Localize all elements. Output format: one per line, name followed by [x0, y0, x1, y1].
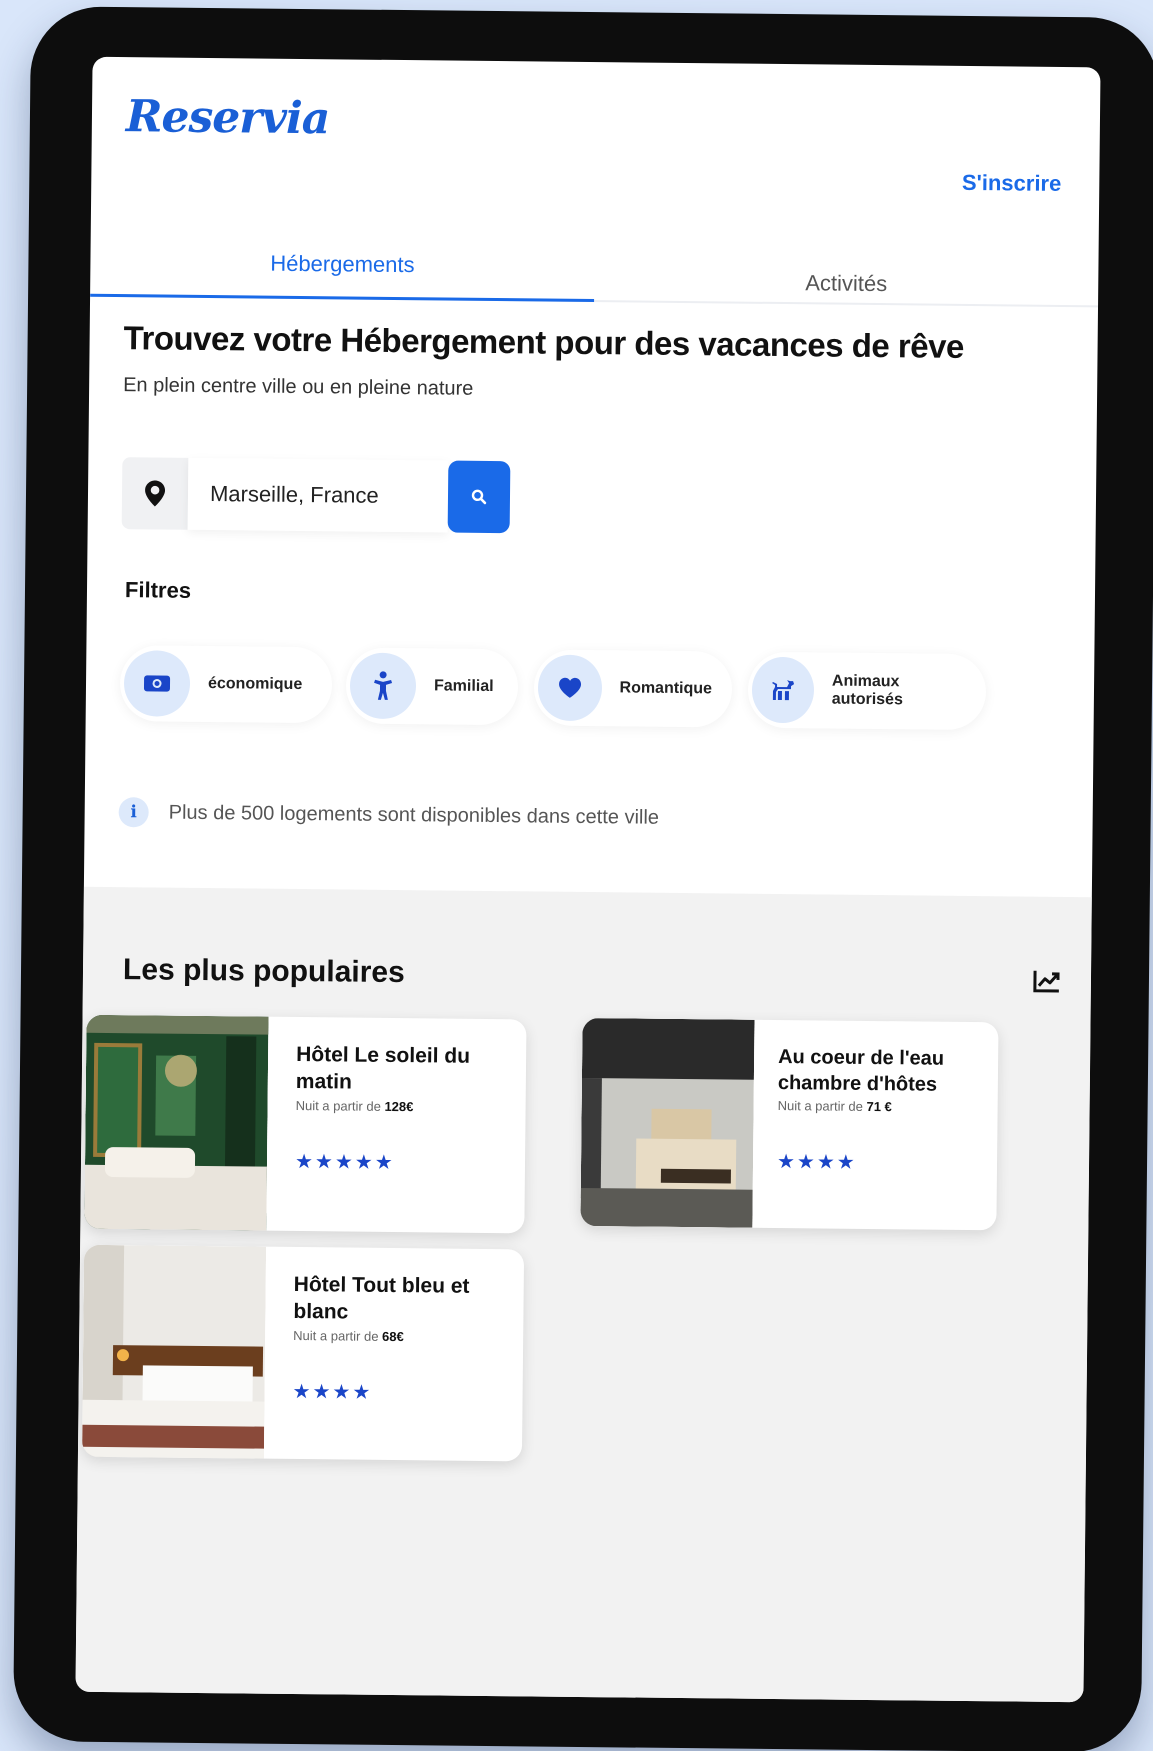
filter-chip-animaux[interactable]: Animaux autorisés — [747, 651, 987, 731]
hotel-photo — [84, 1014, 269, 1231]
tab-hebergements[interactable]: Hébergements — [90, 227, 595, 302]
hotel-photo — [580, 1017, 755, 1228]
filter-label: économique — [207, 675, 303, 694]
hotel-name: Au coeur de l'eau chambre d'hôtes — [777, 1046, 945, 1096]
star-icon: ★ — [352, 1381, 371, 1404]
star-icon: ★ — [776, 1151, 796, 1174]
filter-label: Romantique — [619, 679, 713, 698]
signup-link[interactable]: S'inscrire — [962, 170, 1062, 197]
hotel-name: Hôtel Le soleil du matin — [295, 1042, 471, 1094]
price-value: 68€ — [382, 1328, 404, 1344]
trend-chart-icon[interactable] — [1033, 969, 1061, 993]
card-body: Hôtel Tout bleu et blanc Nuit a partir d… — [292, 1271, 509, 1406]
search-input[interactable]: Marseille, France — [187, 457, 449, 533]
star-icon: ★ — [334, 1150, 353, 1174]
heart-icon — [537, 654, 602, 722]
filter-chip-economique[interactable]: économique — [119, 645, 333, 724]
search-icon — [471, 489, 487, 505]
filter-label: Familial — [433, 677, 494, 696]
tab-bar: Hébergements Activités — [90, 226, 1099, 308]
hotel-price: Nuit a partir de 128€ — [296, 1098, 512, 1115]
hotel-price: Nuit a partir de 71 € — [778, 1098, 984, 1115]
price-value: 71 € — [866, 1098, 892, 1115]
hotel-price: Nuit a partir de 68€ — [293, 1328, 509, 1345]
hotel-name: Hôtel Tout bleu et blanc — [293, 1272, 470, 1324]
hotel-card[interactable]: Hôtel Le soleil du matin Nuit a partir d… — [84, 1014, 527, 1234]
hotel-card[interactable]: Hôtel Tout bleu et blanc Nuit a partir d… — [81, 1244, 525, 1462]
price-prefix: Nuit a partir de — [293, 1327, 383, 1344]
star-rating: ★ ★ ★ ★ — [292, 1379, 508, 1406]
star-icon: ★ — [314, 1150, 334, 1173]
money-icon — [123, 650, 191, 717]
price-prefix: Nuit a partir de — [777, 1098, 867, 1114]
filters-title: Filtres — [124, 577, 192, 603]
star-rating: ★ ★ ★ ★ ★ — [295, 1149, 511, 1176]
star-rating: ★ ★ ★ ★ — [777, 1149, 983, 1176]
star-icon: ★ — [836, 1151, 855, 1174]
filter-chip-familial[interactable]: Familial — [345, 647, 519, 726]
app-screen: Reservia S'inscrire Hébergements Activit… — [75, 56, 1101, 1703]
brand-logo[interactable]: Reservia — [126, 91, 330, 144]
info-text: Plus de 500 logements sont disponibles d… — [168, 801, 660, 829]
filter-label: Animaux autorisés — [831, 672, 903, 709]
filter-chips: économique Familial Romantique Animaux a… — [119, 645, 1061, 735]
star-icon: ★ — [796, 1151, 816, 1174]
info-icon: i — [118, 797, 149, 828]
info-notice: i Plus de 500 logements sont disponibles… — [118, 797, 660, 833]
popular-section: Les plus populaires Hôtel Le soleil du m… — [75, 886, 1092, 1703]
dog-icon — [751, 656, 815, 724]
star-icon: ★ — [292, 1380, 311, 1403]
tab-activites[interactable]: Activités — [594, 232, 1099, 307]
search-button[interactable] — [447, 460, 511, 534]
hotel-card[interactable]: Au coeur de l'eau chambre d'hôtes Nuit a… — [580, 1017, 999, 1231]
star-icon: ★ — [294, 1150, 314, 1173]
star-icon: ★ — [374, 1151, 393, 1174]
card-body: Hôtel Le soleil du matin Nuit a partir d… — [295, 1041, 512, 1176]
card-body: Au coeur de l'eau chambre d'hôtes Nuit a… — [777, 1044, 984, 1176]
tablet-frame: Reservia S'inscrire Hébergements Activit… — [12, 6, 1153, 1751]
price-prefix: Nuit a partir de — [295, 1097, 385, 1114]
star-icon: ★ — [354, 1151, 373, 1174]
person-icon — [349, 652, 417, 720]
popular-title: Les plus populaires — [122, 953, 405, 990]
page-title: Trouvez votre Hébergement pour des vacan… — [123, 319, 964, 365]
search-bar: Marseille, France — [121, 457, 513, 534]
hotel-photo — [81, 1244, 267, 1459]
page-subtitle: En plein centre ville ou en pleine natur… — [123, 374, 474, 400]
price-value: 128€ — [384, 1098, 414, 1114]
star-icon: ★ — [332, 1380, 351, 1404]
map-pin-icon — [121, 457, 189, 530]
star-icon: ★ — [816, 1151, 835, 1174]
star-icon: ★ — [312, 1380, 331, 1403]
filter-chip-romantique[interactable]: Romantique — [533, 649, 733, 728]
stage: Reservia S'inscrire Hébergements Activit… — [0, 0, 1153, 1751]
